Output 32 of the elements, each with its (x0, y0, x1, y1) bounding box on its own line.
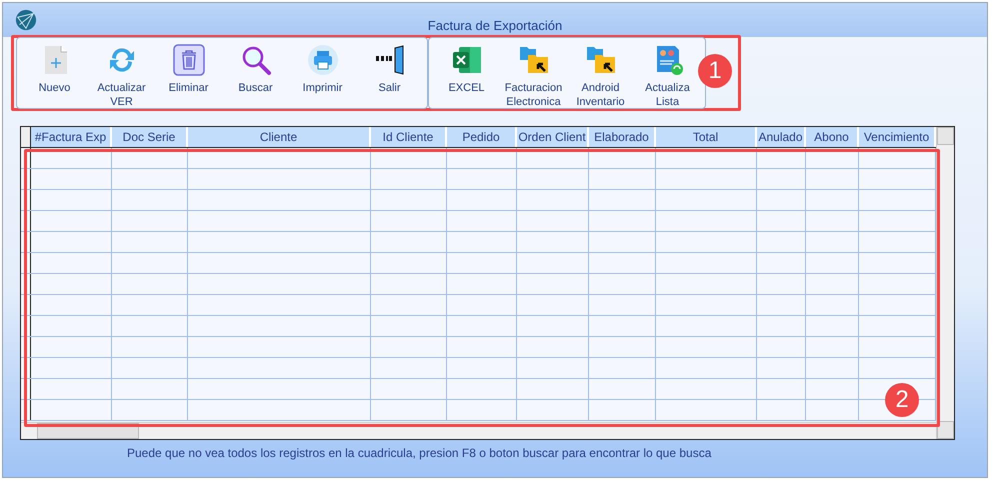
globe-icon (15, 9, 37, 31)
annotation-badge: 1 (698, 54, 732, 88)
exit-door-icon (374, 44, 406, 76)
column-header[interactable]: Orden Client (517, 127, 589, 147)
toolbar-button[interactable]: Facturacion Electronica (500, 38, 567, 108)
column-header[interactable]: Elaborado (589, 127, 656, 147)
column-header[interactable]: Doc Serie (112, 127, 188, 147)
toolbar-button[interactable]: Salir (356, 38, 423, 108)
column-header[interactable]: Pedido (447, 127, 517, 147)
column-header[interactable]: Total (656, 127, 757, 147)
folder-icon (518, 44, 550, 76)
column-header[interactable]: Id Cliente (371, 127, 447, 147)
annotation-badge: 2 (885, 383, 919, 417)
hint-text: Puede que no vea todos los registros en la cuadricula, presion F8 o boton buscar para encontrar lo que busca (127, 446, 712, 460)
window-title: Factura de Exportación (426, 18, 564, 32)
folder-icon (584, 44, 616, 76)
spreadsheet-icon (450, 44, 482, 76)
toolbar-button[interactable]: Nuevo (21, 38, 88, 108)
column-header[interactable]: Cliente (188, 127, 371, 147)
trash-icon (172, 44, 204, 76)
toolbar-button[interactable]: Actualizar VER (88, 38, 155, 108)
column-header[interactable]: Vencimiento (859, 127, 936, 147)
toolbar-button[interactable]: Buscar (222, 38, 289, 108)
toolbar-button[interactable]: EXCEL (433, 38, 500, 108)
toolbar-button[interactable]: Imprimir (289, 38, 356, 108)
column-header[interactable]: #Factura Exp (31, 127, 112, 147)
column-header[interactable]: Anulado (757, 127, 806, 147)
toolbar-button[interactable]: Eliminar (155, 38, 222, 108)
toolbar-button[interactable]: Actualiza Lista (634, 38, 701, 108)
column-header[interactable]: Abono (806, 127, 859, 147)
printer-icon (306, 44, 338, 76)
toolbar-button[interactable]: Android Inventario (567, 38, 634, 108)
